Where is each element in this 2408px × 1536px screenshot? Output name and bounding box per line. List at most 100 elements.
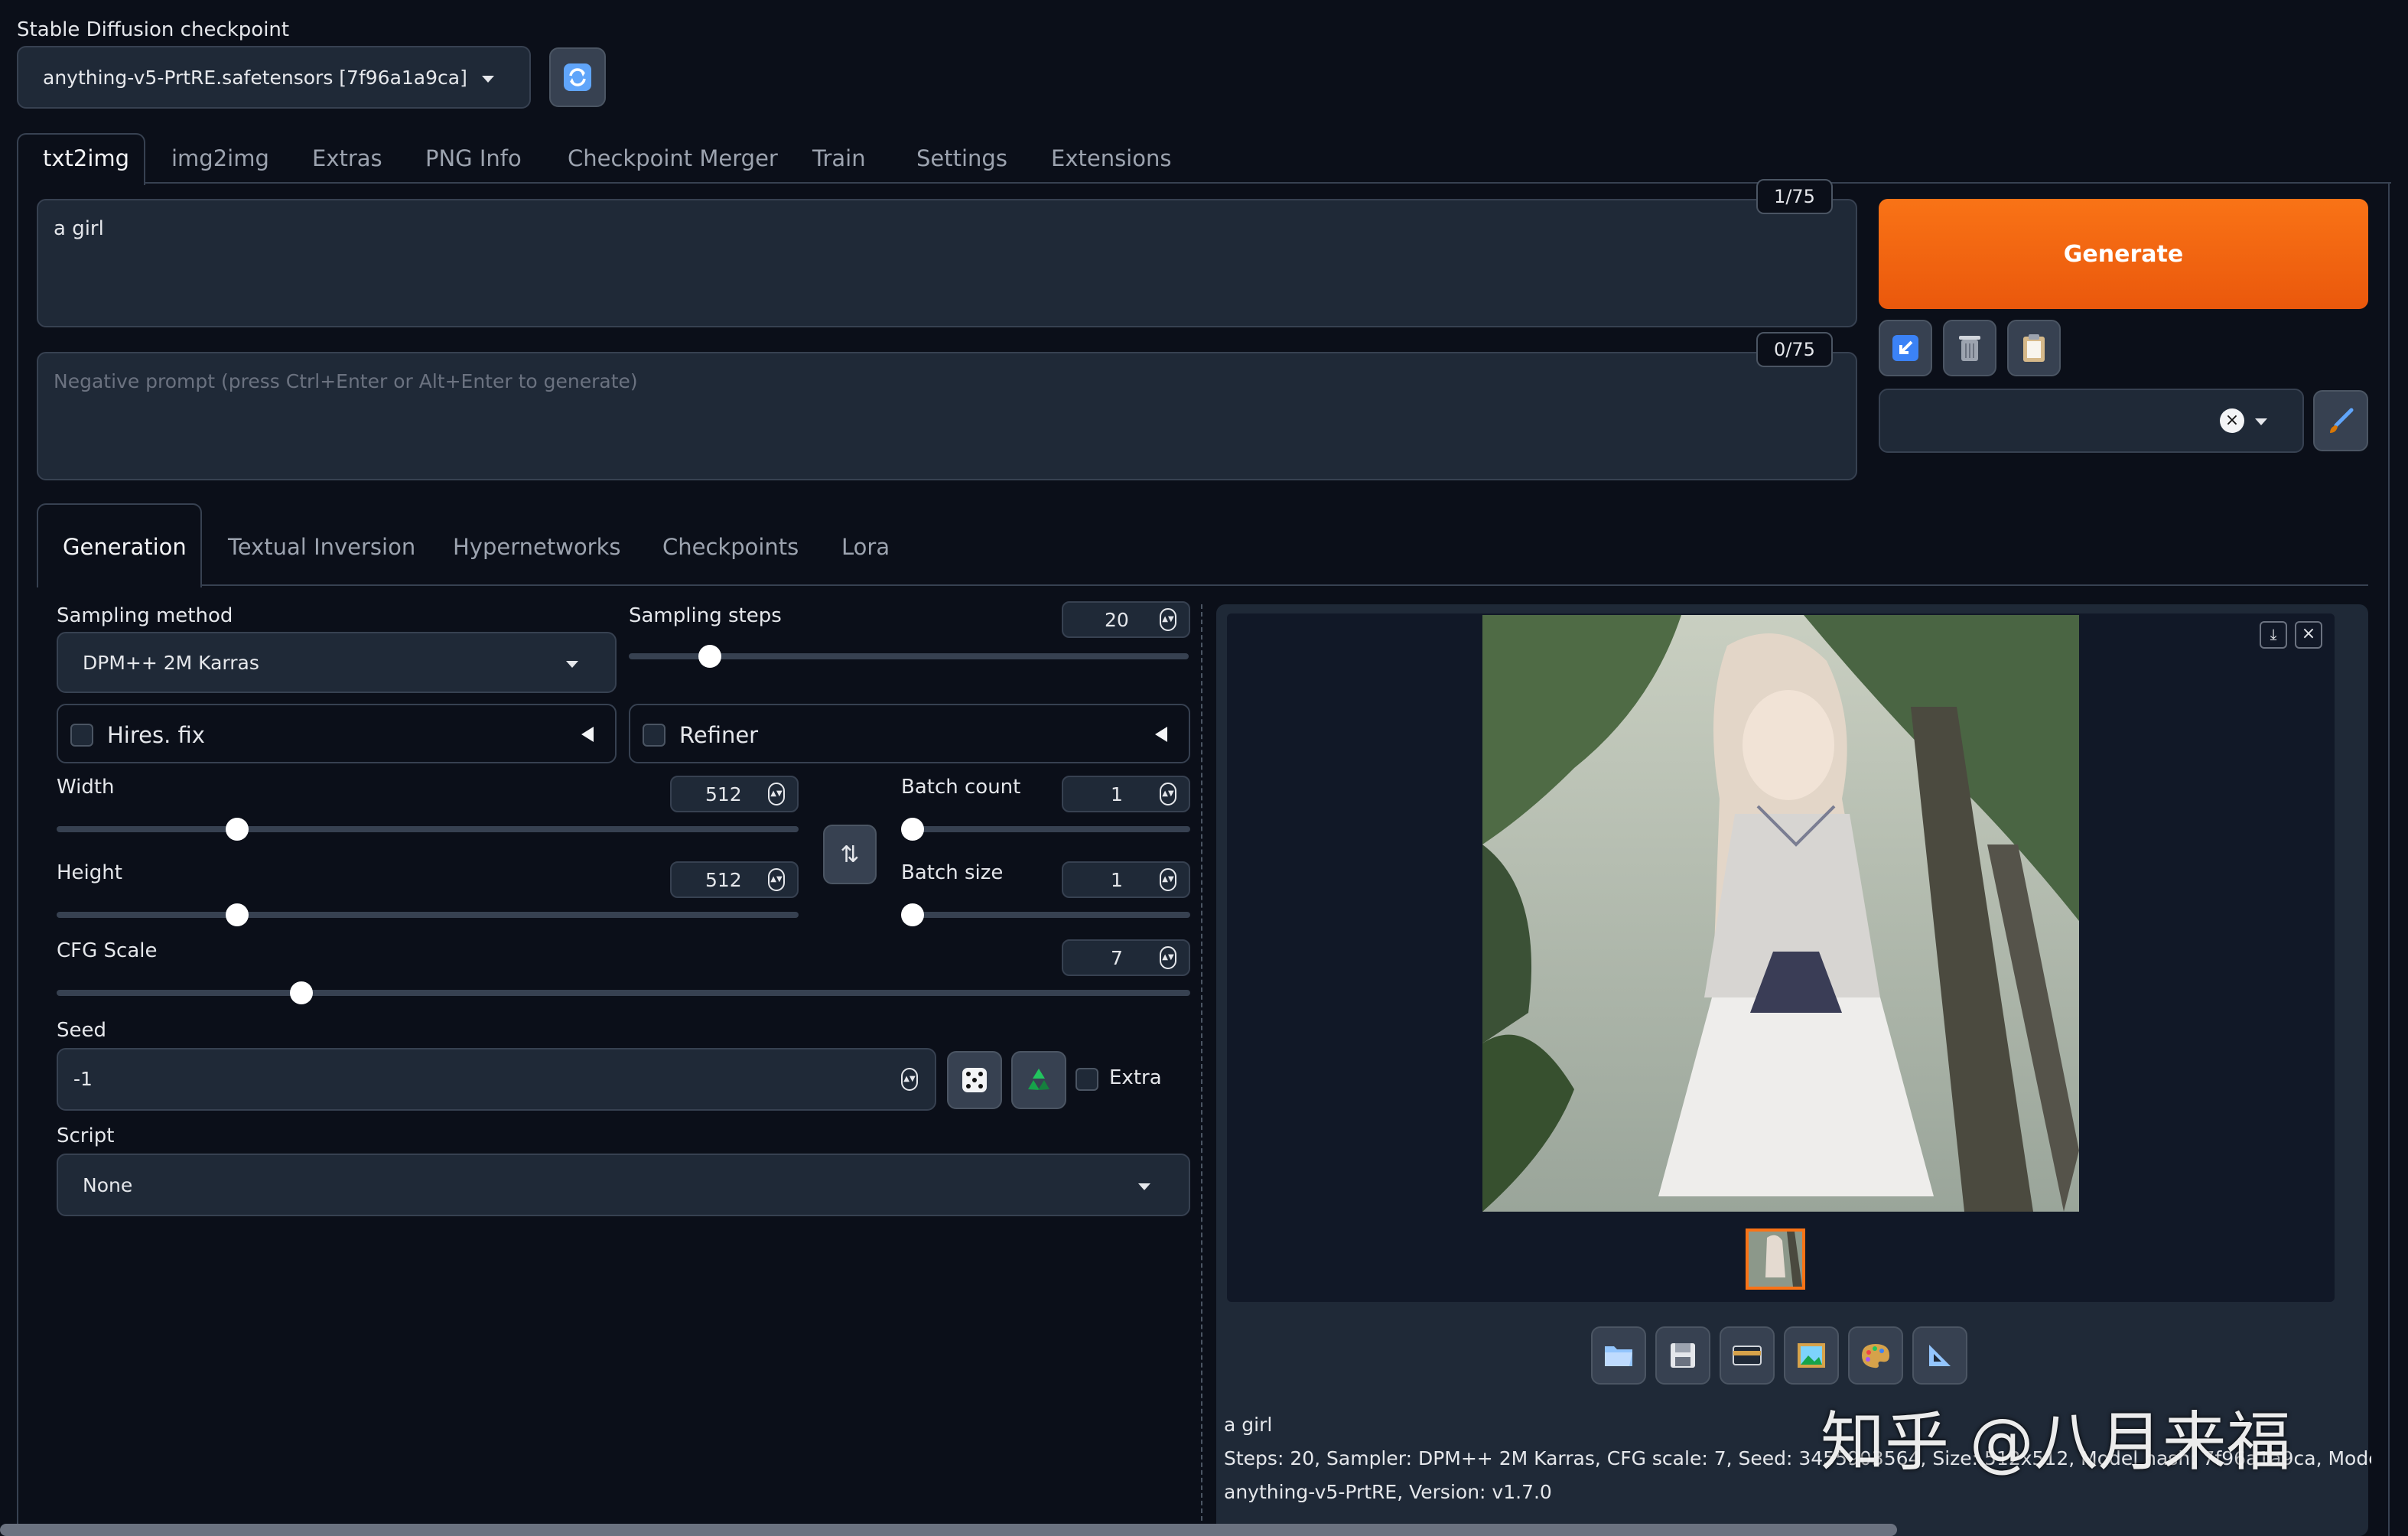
stepper-icon[interactable]: ▲▼ [1160, 608, 1176, 631]
slider-knob[interactable] [225, 818, 249, 841]
stepper-icon[interactable]: ▲▼ [1160, 868, 1176, 891]
stepper-icon[interactable]: ▲▼ [768, 783, 785, 805]
close-icon[interactable]: × [2220, 408, 2244, 433]
collapse-arrow-icon[interactable] [1155, 727, 1167, 742]
save-button[interactable] [1655, 1326, 1710, 1385]
checkpoint-dropdown[interactable]: anything-v5-PrtRE.safetensors [7f96a1a9c… [17, 46, 531, 109]
dice-icon [962, 1068, 987, 1092]
negative-prompt-token-counter: 0/75 [1756, 332, 1833, 367]
chevron-down-icon [482, 76, 494, 83]
sampling-steps-value: 20 [1105, 609, 1129, 631]
slider-knob[interactable] [901, 903, 924, 926]
cfg-scale-slider[interactable] [57, 981, 1190, 1004]
sampling-steps-input[interactable]: 20 ▲▼ [1062, 601, 1190, 638]
width-input[interactable]: 512 ▲▼ [670, 776, 799, 812]
batch-size-input[interactable]: 1 ▲▼ [1062, 861, 1190, 898]
batch-count-value: 1 [1111, 783, 1123, 805]
output-info-line-2: anything-v5-PrtRE, Version: v1.7.0 [1224, 1481, 1552, 1503]
refiner-accordion[interactable]: Refiner [629, 704, 1190, 763]
close-icon[interactable]: × [2295, 621, 2322, 649]
horizontal-scrollbar[interactable] [0, 1524, 1897, 1536]
clear-prompt-button[interactable] [1943, 320, 1996, 376]
send-to-inpaint-button[interactable] [1848, 1326, 1903, 1385]
sampling-method-dropdown[interactable]: DPM++ 2M Karras [57, 632, 617, 693]
tab-textual-inversion[interactable]: Textual Inversion [228, 534, 415, 560]
negative-prompt-input[interactable]: Negative prompt (press Ctrl+Enter or Alt… [37, 352, 1857, 480]
tab-train[interactable]: Train [812, 145, 866, 171]
reuse-seed-button[interactable] [1011, 1051, 1066, 1109]
generated-image[interactable] [1482, 615, 2079, 1212]
refiner-checkbox[interactable] [643, 724, 665, 747]
prompt-input[interactable]: a girl [37, 199, 1857, 327]
random-seed-button[interactable] [947, 1051, 1002, 1109]
slider-knob[interactable] [225, 903, 249, 926]
edit-styles-button[interactable] [2313, 390, 2368, 451]
chevron-down-icon [2255, 418, 2267, 425]
hires-fix-label: Hires. fix [107, 722, 205, 748]
zip-button[interactable] [1720, 1326, 1775, 1385]
batch-size-slider[interactable] [901, 903, 1190, 926]
slider-knob[interactable] [698, 645, 722, 668]
tab-extras[interactable]: Extras [312, 145, 382, 171]
download-icon[interactable]: ⤓ [2260, 621, 2287, 649]
send-to-img2img-button[interactable] [1784, 1326, 1839, 1385]
send-to-extras-button[interactable] [1912, 1326, 1967, 1385]
sampling-steps-slider[interactable] [629, 645, 1189, 668]
generate-button[interactable]: Generate [1879, 199, 2368, 309]
apply-styles-button[interactable] [2007, 320, 2061, 376]
refresh-icon [564, 63, 591, 91]
sub-tabs-divider [202, 584, 2368, 586]
script-dropdown[interactable]: None [57, 1154, 1190, 1216]
cfg-scale-label: CFG Scale [57, 939, 158, 962]
seed-input[interactable]: -1 ▲▼ [57, 1048, 936, 1111]
tab-settings[interactable]: Settings [916, 145, 1007, 171]
stepper-icon[interactable]: ▲▼ [1160, 783, 1176, 805]
cfg-scale-input[interactable]: 7 ▲▼ [1062, 939, 1190, 976]
archive-icon [1733, 1346, 1762, 1365]
main-tabs-divider [145, 182, 2391, 184]
batch-size-value: 1 [1111, 869, 1123, 891]
height-slider[interactable] [57, 903, 799, 926]
tab-extensions[interactable]: Extensions [1051, 145, 1171, 171]
collapse-arrow-icon[interactable] [581, 727, 594, 742]
tab-hypernetworks[interactable]: Hypernetworks [453, 534, 621, 560]
tab-checkpoints[interactable]: Checkpoints [662, 534, 799, 560]
slider-knob[interactable] [901, 818, 924, 841]
folder-icon [1605, 1346, 1632, 1366]
script-label: Script [57, 1124, 115, 1147]
swap-dimensions-button[interactable]: ⇅ [823, 825, 877, 884]
stepper-icon[interactable]: ▲▼ [901, 1068, 918, 1091]
trash-icon [1959, 336, 1980, 361]
refresh-checkpoint-button[interactable] [549, 47, 606, 107]
open-folder-button[interactable] [1591, 1326, 1646, 1385]
main-panel-left-border [17, 182, 18, 1536]
sampling-method-label: Sampling method [57, 604, 233, 627]
tab-generation[interactable]: Generation [63, 534, 187, 560]
tab-png-info[interactable]: PNG Info [425, 145, 522, 171]
gallery-thumbnail[interactable] [1746, 1228, 1805, 1290]
batch-count-input[interactable]: 1 ▲▼ [1062, 776, 1190, 812]
clipboard-icon [2023, 334, 2045, 362]
height-value: 512 [705, 869, 742, 891]
width-slider[interactable] [57, 818, 799, 841]
hires-fix-checkbox[interactable] [70, 724, 93, 747]
triangle-ruler-icon [1929, 1345, 1951, 1366]
hires-fix-accordion[interactable]: Hires. fix [57, 704, 617, 763]
tab-img2img[interactable]: img2img [171, 145, 269, 171]
height-input[interactable]: 512 ▲▼ [670, 861, 799, 898]
tab-lora[interactable]: Lora [841, 534, 890, 560]
read-params-button[interactable] [1879, 320, 1932, 376]
batch-count-slider[interactable] [901, 818, 1190, 841]
column-divider [1201, 604, 1202, 1536]
styles-dropdown[interactable]: × [1879, 389, 2304, 453]
slider-knob[interactable] [289, 981, 313, 1004]
stepper-icon[interactable]: ▲▼ [768, 868, 785, 891]
script-value: None [83, 1173, 133, 1196]
cfg-scale-value: 7 [1111, 947, 1123, 969]
tab-txt2img[interactable]: txt2img [43, 145, 129, 171]
tab-checkpoint-merger[interactable]: Checkpoint Merger [568, 145, 778, 171]
palette-icon [1862, 1344, 1889, 1368]
stepper-icon[interactable]: ▲▼ [1160, 946, 1176, 969]
extra-seed-checkbox[interactable] [1075, 1068, 1098, 1091]
thumbnail-image [1749, 1232, 1802, 1287]
